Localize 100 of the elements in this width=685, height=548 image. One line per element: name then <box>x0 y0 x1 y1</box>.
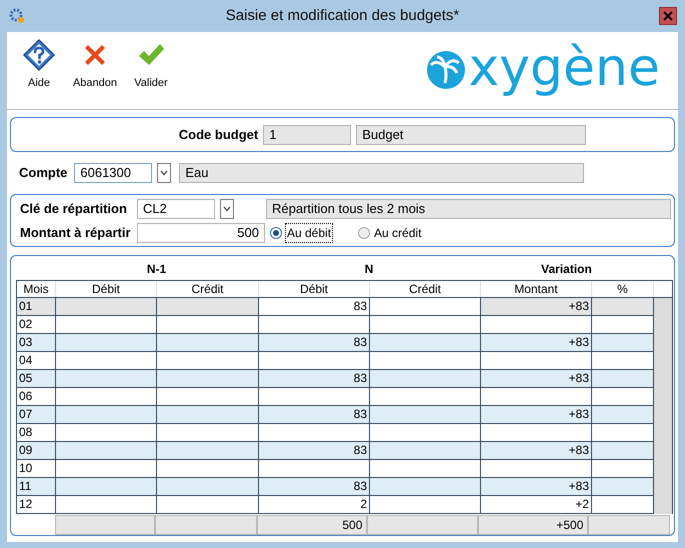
table-cell[interactable] <box>592 388 654 406</box>
table-cell[interactable] <box>370 496 481 514</box>
table-cell[interactable] <box>481 424 592 442</box>
toolbar-button[interactable]: Abandon <box>69 38 121 92</box>
amount-field[interactable]: 500 <box>137 222 265 242</box>
table-cell[interactable] <box>370 460 481 478</box>
column-header[interactable]: Montant <box>481 281 592 297</box>
table-cell[interactable]: 11 <box>17 478 56 496</box>
table-cell[interactable] <box>592 334 654 352</box>
table-cell[interactable]: 83 <box>259 478 370 496</box>
table-cell[interactable] <box>592 478 654 496</box>
column-header[interactable]: Débit <box>56 281 157 297</box>
table-cell[interactable]: 02 <box>17 316 56 334</box>
table-cell[interactable] <box>56 316 157 334</box>
table-cell[interactable] <box>370 442 481 460</box>
table-cell[interactable] <box>56 370 157 388</box>
table-cell[interactable]: 2 <box>259 496 370 514</box>
table-cell[interactable] <box>259 460 370 478</box>
table-cell[interactable] <box>157 460 259 478</box>
table-cell[interactable]: +83 <box>481 442 592 460</box>
close-button[interactable] <box>659 7 677 25</box>
table-cell[interactable] <box>259 388 370 406</box>
table-cell[interactable]: +83 <box>481 406 592 424</box>
table-cell[interactable]: +2 <box>481 496 592 514</box>
table-cell[interactable]: 83 <box>259 406 370 424</box>
table-cell[interactable]: 05 <box>17 370 56 388</box>
table-cell[interactable]: 04 <box>17 352 56 370</box>
table-cell[interactable] <box>259 424 370 442</box>
account-field[interactable]: 6061300 <box>74 163 152 183</box>
dropdown-button[interactable] <box>220 198 234 218</box>
table-cell[interactable] <box>157 424 259 442</box>
toolbar-button[interactable]: Valider <box>125 38 177 92</box>
table-cell[interactable]: 08 <box>17 424 56 442</box>
table-cell[interactable] <box>370 352 481 370</box>
table-cell[interactable] <box>592 496 654 514</box>
table-cell[interactable] <box>370 298 481 316</box>
table-cell[interactable]: 01 <box>17 298 56 316</box>
column-header[interactable]: % <box>592 281 654 297</box>
column-header[interactable]: Débit <box>259 281 370 297</box>
table-cell[interactable] <box>157 406 259 424</box>
table-cell[interactable] <box>592 298 654 316</box>
table-cell[interactable] <box>481 316 592 334</box>
table-cell[interactable] <box>370 370 481 388</box>
table-cell[interactable] <box>56 442 157 460</box>
table-cell[interactable]: 03 <box>17 334 56 352</box>
table-cell[interactable] <box>56 352 157 370</box>
account-name-field[interactable]: Eau <box>179 163 584 183</box>
table-cell[interactable]: +83 <box>481 370 592 388</box>
table-cell[interactable] <box>259 316 370 334</box>
table-cell[interactable] <box>370 316 481 334</box>
table-cell[interactable] <box>157 352 259 370</box>
radio-button[interactable]: Au crédit <box>358 224 422 242</box>
table-cell[interactable]: +83 <box>481 478 592 496</box>
table-cell[interactable] <box>592 424 654 442</box>
table-cell[interactable]: 12 <box>17 496 56 514</box>
code-field[interactable]: 1 <box>263 124 352 144</box>
dropdown-button[interactable] <box>157 163 172 183</box>
table-cell[interactable] <box>592 370 654 388</box>
key-name-field[interactable]: Répartition tous les 2 mois <box>266 198 671 218</box>
table-cell[interactable]: 83 <box>259 334 370 352</box>
table-cell[interactable]: 06 <box>17 388 56 406</box>
table-cell[interactable] <box>56 496 157 514</box>
table-cell[interactable] <box>157 370 259 388</box>
table-cell[interactable] <box>56 478 157 496</box>
table-cell[interactable] <box>157 298 259 316</box>
budget-name-field[interactable]: Budget <box>356 124 586 144</box>
table-cell[interactable] <box>56 298 157 316</box>
table-cell[interactable] <box>56 406 157 424</box>
table-cell[interactable] <box>56 388 157 406</box>
table-cell[interactable] <box>157 316 259 334</box>
table-cell[interactable] <box>481 460 592 478</box>
column-header[interactable]: Crédit <box>157 281 259 297</box>
table-cell[interactable] <box>56 424 157 442</box>
table-cell[interactable] <box>370 334 481 352</box>
table-cell[interactable]: +83 <box>481 298 592 316</box>
scrollbar-track[interactable] <box>654 298 672 514</box>
table-cell[interactable]: 09 <box>17 442 56 460</box>
table-cell[interactable] <box>56 460 157 478</box>
column-header[interactable]: Mois <box>17 281 56 297</box>
table-cell[interactable]: +83 <box>481 334 592 352</box>
table-cell[interactable]: 83 <box>259 442 370 460</box>
table-cell[interactable] <box>481 352 592 370</box>
key-field[interactable]: CL2 <box>137 198 215 218</box>
table-cell[interactable] <box>481 388 592 406</box>
table-cell[interactable] <box>370 406 481 424</box>
table-cell[interactable] <box>592 406 654 424</box>
table-cell[interactable] <box>592 442 654 460</box>
table-cell[interactable] <box>157 334 259 352</box>
table-cell[interactable] <box>592 352 654 370</box>
table-cell[interactable] <box>370 388 481 406</box>
table-cell[interactable] <box>157 496 259 514</box>
table-cell[interactable]: 10 <box>17 460 56 478</box>
table-cell[interactable] <box>592 460 654 478</box>
table-cell[interactable] <box>157 442 259 460</box>
column-header[interactable]: Crédit <box>370 281 481 297</box>
toolbar-button[interactable]: Aide <box>13 38 65 92</box>
table-cell[interactable] <box>592 316 654 334</box>
table-cell[interactable] <box>259 352 370 370</box>
table-cell[interactable]: 83 <box>259 298 370 316</box>
table-cell[interactable] <box>157 478 259 496</box>
